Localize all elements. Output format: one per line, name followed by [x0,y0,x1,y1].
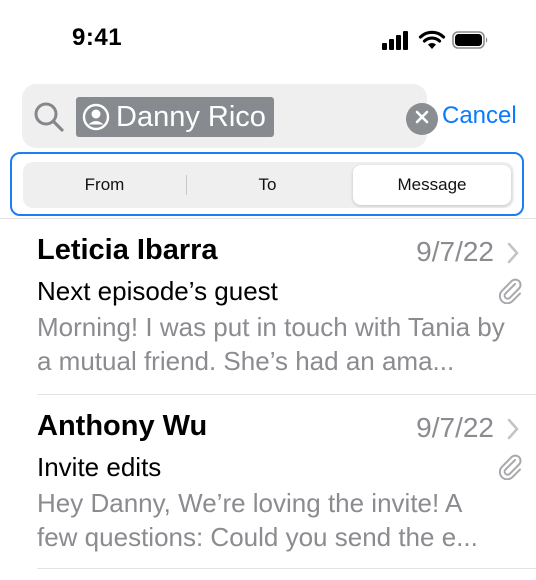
clear-search-button[interactable] [406,103,438,135]
mail-sender: Anthony Wu [37,410,208,442]
paperclip-icon [496,276,524,309]
scope-from-segment[interactable]: From [23,165,186,205]
mail-list-item[interactable]: Anthony Wu 9/7/22 Invite edits Hey Danny… [0,396,536,570]
list-divider [37,568,536,569]
status-time: 9:41 [72,24,123,51]
search-icon [32,100,66,134]
mail-date: 9/7/22 [416,412,494,443]
person-circle-icon [82,103,110,131]
mail-subject: Invite edits [37,452,162,482]
search-scope-control: From To Message [23,162,514,208]
chevron-right-icon [506,418,520,445]
mail-preview: Morning! I was put in touch with Tania b… [37,312,505,376]
mail-preview: Hey Danny, We’re loving the invite! A fe… [37,488,478,552]
search-field[interactable]: Danny Rico [22,84,438,148]
search-token-label: Danny Rico [116,100,266,133]
search-row: Danny Rico Cancel [0,84,536,148]
mail-date: 9/7/22 [416,236,494,267]
scope-message-segment[interactable]: Message [353,165,511,205]
status-bar: 9:41 [0,0,536,80]
mail-subject: Next episode’s guest [37,276,278,306]
battery-icon [452,30,490,55]
paperclip-icon [496,452,524,485]
mail-sender: Leticia Ibarra [37,234,218,266]
search-scope-container: From To Message [10,152,524,216]
mail-list-item[interactable]: Leticia Ibarra 9/7/22 Next episode’s gue… [0,220,536,394]
clear-icon [415,110,429,129]
list-divider [0,218,536,219]
chevron-right-icon [506,242,520,269]
list-divider [37,394,536,395]
signal-icon [382,30,410,55]
cancel-button[interactable]: Cancel [442,102,517,130]
search-token[interactable]: Danny Rico [76,97,274,137]
wifi-icon [418,30,446,55]
scope-to-segment[interactable]: To [186,165,349,205]
